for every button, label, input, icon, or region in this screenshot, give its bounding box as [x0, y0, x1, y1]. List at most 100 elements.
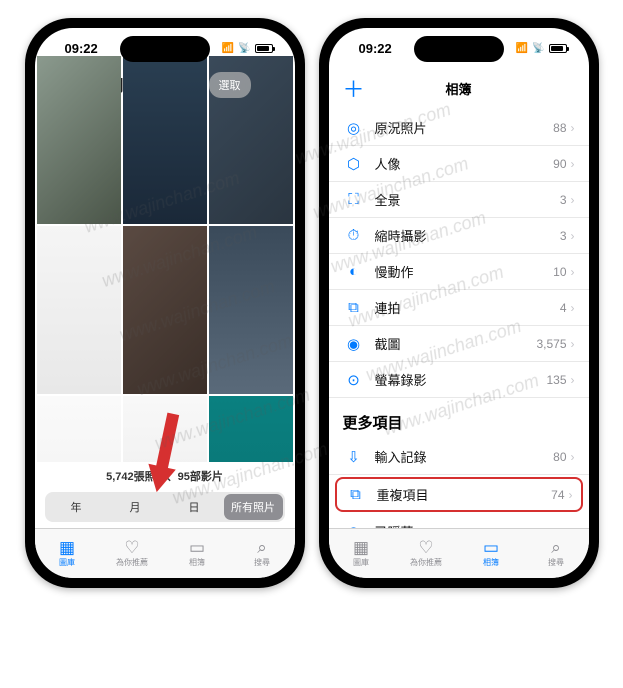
row-count: 88 [553, 121, 566, 135]
tab-bar: ▦ 圖庫 ♡ 為你推薦 ▭ 相簿 ⌕ 搜尋 [329, 528, 589, 578]
dynamic-island [120, 36, 210, 62]
list-row[interactable]: ◉ 截圖 3,575 › [329, 326, 589, 362]
seg-month[interactable]: 月 [106, 494, 165, 520]
seg-year[interactable]: 年 [47, 494, 106, 520]
row-icon: ⛶ [343, 191, 365, 208]
album-list[interactable]: ◎ 原況照片 88 › ⬡ 人像 90 › ⛶ 全景 3 › ⏱ 縮時攝影 3 … [329, 110, 589, 528]
row-count: 3,575 [536, 337, 566, 351]
heart-icon: ♡ [124, 539, 139, 556]
library-icon: ▦ [59, 539, 75, 556]
chevron-right-icon: › [571, 525, 575, 529]
row-label: 截圖 [375, 334, 537, 353]
list-row[interactable]: ⬡ 人像 90 › [329, 146, 589, 182]
list-row[interactable]: ◎ 原況照片 88 › [329, 110, 589, 146]
albums-header: ＋ 相簿 [329, 68, 589, 110]
chevron-right-icon: › [571, 301, 575, 315]
row-icon: ⧉ [343, 299, 365, 316]
row-count: 10 [553, 265, 566, 279]
tab-for-you[interactable]: ♡ 為你推薦 [100, 529, 165, 578]
phone-left: 09:22 2022年9月21日 選取 ⋯ [25, 18, 305, 588]
row-count: 3 [560, 193, 567, 207]
photo-thumb[interactable] [123, 56, 207, 224]
row-count: 4 [560, 301, 567, 315]
albums-icon: ▭ [189, 539, 205, 556]
tab-bar: ▦ 圖庫 ♡ 為你推薦 ▭ 相簿 ⌕ 搜尋 [35, 528, 295, 578]
section-more-items: 更多項目 [329, 398, 589, 439]
wifi-icon [532, 42, 544, 54]
row-icon: ⧉ [345, 486, 367, 503]
add-button[interactable]: ＋ [343, 72, 365, 104]
row-label: 全景 [375, 190, 560, 209]
tab-search[interactable]: ⌕ 搜尋 [524, 529, 589, 578]
list-row[interactable]: ⛶ 全景 3 › [329, 182, 589, 218]
chevron-right-icon: › [571, 265, 575, 279]
list-row[interactable]: ⧉ 重複項目 74 › [335, 477, 583, 512]
photo-thumb[interactable] [123, 226, 207, 394]
photo-thumb[interactable] [37, 56, 121, 224]
signal-icon [222, 42, 234, 54]
tab-label: 為你推薦 [410, 557, 442, 568]
row-icon: ⬡ [343, 155, 365, 173]
photo-thumb[interactable] [209, 226, 293, 394]
status-indicators [516, 42, 567, 54]
tab-search[interactable]: ⌕ 搜尋 [230, 529, 295, 578]
select-button[interactable]: 選取 [209, 72, 251, 98]
list-row[interactable]: ⏱ 縮時攝影 3 › [329, 218, 589, 254]
list-row[interactable]: ⇩ 輸入記錄 80 › [329, 439, 589, 475]
list-row[interactable]: ◐ 慢動作 10 › [329, 254, 589, 290]
seg-all-photos[interactable]: 所有照片 [224, 494, 283, 520]
chevron-right-icon: › [571, 229, 575, 243]
tab-library[interactable]: ▦ 圖庫 [35, 529, 100, 578]
tab-label: 為你推薦 [116, 557, 148, 568]
battery-icon [255, 44, 273, 53]
row-icon: ⊘ [343, 523, 365, 529]
chevron-right-icon: › [571, 157, 575, 171]
tab-label: 相簿 [483, 557, 499, 568]
row-label: 慢動作 [375, 262, 554, 281]
row-label: 人像 [375, 154, 554, 173]
status-indicators [222, 42, 273, 54]
tab-for-you[interactable]: ♡ 為你推薦 [394, 529, 459, 578]
photo-thumb[interactable] [37, 396, 121, 462]
row-count: 135 [546, 373, 566, 387]
status-time: 09:22 [65, 41, 98, 56]
tab-label: 圖庫 [59, 557, 75, 568]
row-label: 螢幕錄影 [375, 370, 547, 389]
screen-right: 09:22 ＋ 相簿 ◎ 原況照片 88 › ⬡ 人像 90 › ⛶ 全景 [329, 28, 589, 578]
chevron-right-icon: › [571, 337, 575, 351]
row-icon: ⊙ [343, 371, 365, 389]
list-row[interactable]: ⊙ 螢幕錄影 135 › [329, 362, 589, 398]
chevron-right-icon: › [571, 121, 575, 135]
tab-label: 搜尋 [254, 557, 270, 568]
tab-albums[interactable]: ▭ 相簿 [165, 529, 230, 578]
chevron-right-icon: › [571, 193, 575, 207]
row-label: 已隱藏 [375, 522, 567, 528]
tab-label: 圖庫 [353, 557, 369, 568]
heart-icon: ♡ [418, 539, 433, 556]
albums-icon: ▭ [483, 539, 499, 556]
chevron-right-icon: › [571, 373, 575, 387]
photo-grid[interactable] [35, 56, 295, 462]
list-row[interactable]: ⊘ 已隱藏 › [329, 514, 589, 528]
tab-library[interactable]: ▦ 圖庫 [329, 529, 394, 578]
row-count: 90 [553, 157, 566, 171]
segmented-control[interactable]: 年 月 日 所有照片 [45, 492, 285, 522]
tab-albums[interactable]: ▭ 相簿 [459, 529, 524, 578]
search-icon: ⌕ [257, 539, 267, 556]
list-row[interactable]: ⧉ 連拍 4 › [329, 290, 589, 326]
screen-left: 09:22 2022年9月21日 選取 ⋯ [35, 28, 295, 578]
row-label: 輸入記錄 [375, 447, 554, 466]
photo-thumb[interactable] [37, 226, 121, 394]
photo-thumb[interactable] [209, 396, 293, 462]
row-icon: ◐ [343, 263, 365, 280]
search-icon: ⌕ [551, 539, 561, 556]
row-icon: ◎ [343, 119, 365, 137]
row-icon: ⏱ [343, 227, 365, 244]
row-icon: ⇩ [343, 448, 365, 466]
signal-icon [516, 42, 528, 54]
row-count: 80 [553, 450, 566, 464]
dynamic-island [414, 36, 504, 62]
tab-label: 搜尋 [548, 557, 564, 568]
seg-day[interactable]: 日 [165, 494, 224, 520]
wifi-icon [238, 42, 250, 54]
